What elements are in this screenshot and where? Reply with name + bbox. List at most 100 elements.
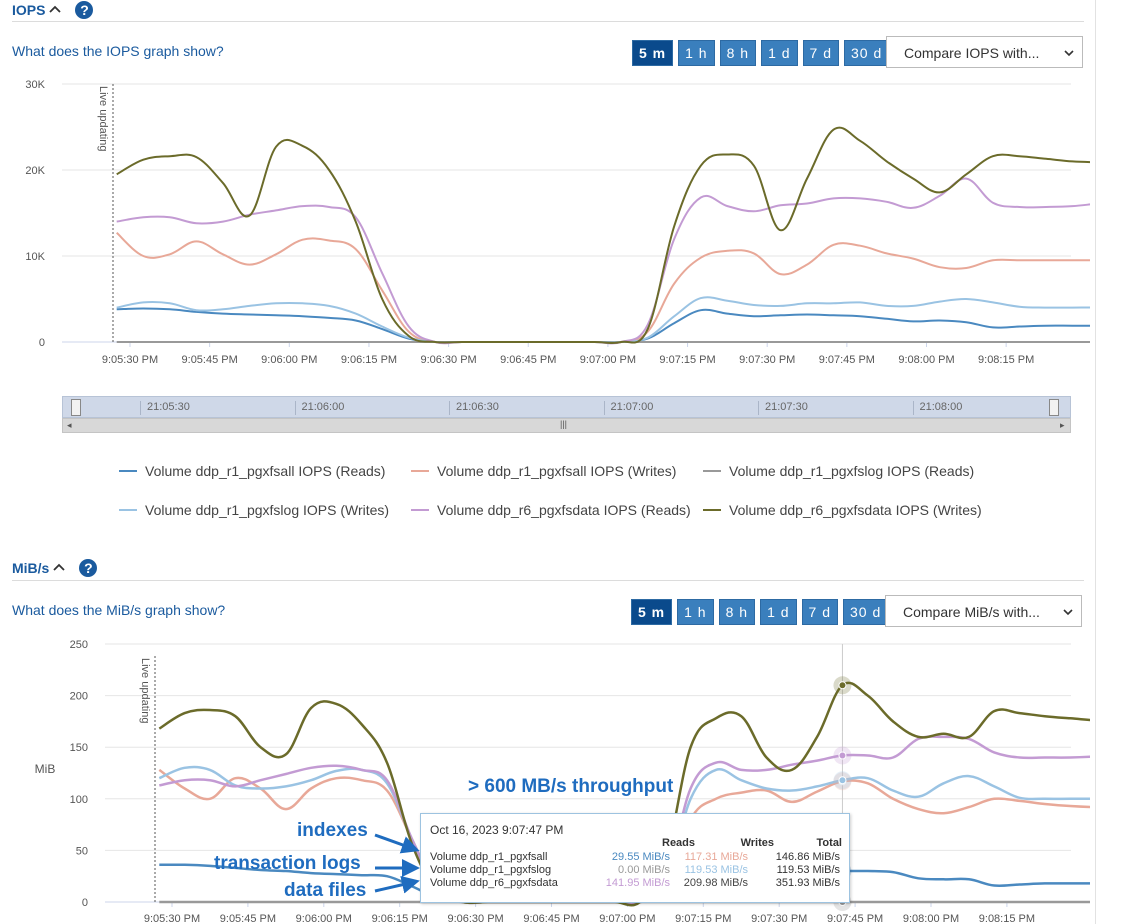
x-tick-label: 9:07:00 PM: [580, 354, 636, 366]
tooltip-reads: 0.00 MiB/s: [618, 864, 670, 876]
legend-label: Volume ddp_r6_pgxfsdata IOPS (Writes): [729, 502, 982, 518]
iops-what-link[interactable]: What does the IOPS graph show?: [12, 43, 224, 59]
range-30d-button[interactable]: 30 d: [844, 40, 890, 66]
divider: [12, 21, 1084, 22]
navigator-label: 21:06:00: [294, 401, 344, 415]
tooltip-writes: 209.98 MiB/s: [683, 877, 748, 889]
range-30d-button[interactable]: 30 d: [843, 599, 889, 625]
mibs-section-header[interactable]: MiB/s ?: [12, 559, 98, 577]
range-1h-button[interactable]: 1 h: [677, 599, 714, 625]
tooltip-date: Oct 16, 2023 9:07:47 PM: [430, 823, 564, 837]
iops-compare-label: Compare IOPS with...: [904, 45, 1040, 61]
tooltip-header-reads: Reads: [662, 837, 696, 849]
tooltip-total: 351.93 MiB/s: [775, 877, 840, 889]
legend-label: Volume ddp_r1_pgxfslog IOPS (Reads): [729, 463, 975, 479]
legend-item[interactable]: Volume ddp_r1_pgxfslog IOPS (Writes): [119, 502, 389, 518]
live-updating-label: Live updating: [139, 658, 151, 723]
x-tick-label: 9:05:45 PM: [220, 913, 276, 924]
tooltip-row: Volume ddp_r1_pgxfsall 29.55 MiB/s 117.3…: [430, 851, 840, 863]
range-1d-button[interactable]: 1 d: [760, 599, 797, 625]
tooltip-row: Volume ddp_r6_pgxfsdata 141.95 MiB/s 209…: [430, 877, 840, 889]
annotation-data-files: data files: [284, 880, 367, 901]
tooltip-volume: Volume ddp_r6_pgxfsdata: [430, 877, 558, 889]
y-axis-label: MiB: [35, 762, 56, 776]
hover-marker[interactable]: [838, 681, 847, 690]
navigator-left-handle[interactable]: [71, 399, 81, 416]
x-tick-label: 9:07:45 PM: [819, 354, 875, 366]
range-5m-button[interactable]: 5 m: [631, 599, 673, 625]
tooltip-total: 119.53 MiB/s: [776, 864, 840, 876]
range-8h-button[interactable]: 8 h: [719, 40, 757, 66]
y-tick-label: 250: [70, 639, 88, 651]
legend-label: Volume ddp_r6_pgxfsdata IOPS (Reads): [437, 502, 691, 518]
arrow-indexes: [374, 833, 420, 854]
legend-item[interactable]: Volume ddp_r6_pgxfsdata IOPS (Reads): [411, 502, 691, 518]
legend-swatch: [703, 470, 721, 472]
y-tick-label: 10K: [25, 251, 45, 263]
x-tick-label: 9:08:00 PM: [898, 354, 954, 366]
series-line[interactable]: [116, 232, 1090, 344]
tooltip-total: 146.86 MiB/s: [775, 851, 840, 863]
iops-chart: 30K 20K 10K 0 9:05:30 PM 9:05:45 PM 9:06:00 PM…: [25, 79, 1090, 366]
range-7d-button[interactable]: 7 d: [801, 599, 838, 625]
y-tick-label: 150: [70, 742, 88, 754]
x-tick-label: 9:08:00 PM: [903, 913, 959, 924]
tooltip-writes: 119.53 MiB/s: [684, 864, 748, 876]
navigator-label: 21:07:00: [603, 401, 653, 415]
range-7d-button[interactable]: 7 d: [802, 40, 839, 66]
tooltip-writes: 117.31 MiB/s: [684, 851, 748, 863]
range-8h-button[interactable]: 8 h: [718, 599, 756, 625]
legend-swatch: [411, 470, 429, 472]
x-tick-label: 9:08:15 PM: [979, 913, 1035, 924]
mibs-title: MiB/s: [12, 560, 50, 576]
annotation-arrows: [374, 833, 420, 894]
x-tick-label: 9:07:15 PM: [675, 913, 731, 924]
help-icon[interactable]: ?: [75, 1, 94, 19]
x-tick-label: 9:06:15 PM: [372, 913, 428, 924]
tooltip-header-writes: Writes: [740, 837, 774, 849]
x-tick-label: 9:06:45 PM: [523, 913, 579, 924]
hover-marker[interactable]: [838, 751, 847, 760]
annotation-throughput: > 600 MB/s throughput: [468, 776, 674, 797]
x-tick-label: 9:07:30 PM: [751, 913, 807, 924]
arrow-data-files: [374, 875, 420, 894]
mibs-range-buttons: 5 m 1 h 8 h 1 d 7 d 30 d: [631, 599, 889, 625]
chevron-up-icon[interactable]: [49, 3, 62, 17]
y-tick-label: 0: [39, 337, 45, 349]
tooltip-volume: Volume ddp_r1_pgxfslog: [430, 864, 552, 876]
x-tick-label: 9:06:30 PM: [420, 354, 476, 366]
legend-item[interactable]: Volume ddp_r1_pgxfsall IOPS (Writes): [411, 463, 676, 479]
series-line[interactable]: [116, 126, 1090, 345]
scroll-right-icon[interactable]: ▸: [1060, 420, 1065, 431]
range-5m-button[interactable]: 5 m: [632, 40, 674, 66]
chevron-up-icon[interactable]: [53, 561, 65, 575]
tooltip-volume: Volume ddp_r1_pgxfsall: [430, 851, 548, 863]
series-line[interactable]: [116, 307, 1090, 344]
navigator-right-handle[interactable]: [1049, 399, 1059, 416]
legend-label: Volume ddp_r1_pgxfslog IOPS (Writes): [145, 502, 390, 518]
navigator-scrollbar[interactable]: ◂ ||| ▸: [62, 418, 1071, 433]
range-1h-button[interactable]: 1 h: [678, 40, 715, 66]
navigator-label: 21:07:30: [758, 401, 808, 415]
iops-section-header[interactable]: IOPS ?: [12, 1, 94, 19]
mibs-what-link[interactable]: What does the MiB/s graph show?: [12, 602, 225, 618]
hover-marker[interactable]: [838, 776, 847, 785]
help-icon[interactable]: ?: [79, 559, 98, 577]
live-updating-label: Live updating: [97, 86, 109, 151]
x-tick-label: 9:05:45 PM: [182, 354, 238, 366]
tooltip-header-row: Reads Writes Total: [430, 837, 842, 849]
legend-item[interactable]: Volume ddp_r6_pgxfsdata IOPS (Writes): [703, 502, 982, 518]
legend-label: Volume ddp_r1_pgxfsall IOPS (Writes): [437, 463, 677, 479]
legend-item[interactable]: Volume ddp_r1_pgxfsall IOPS (Reads): [119, 463, 385, 479]
iops-compare-select[interactable]: Compare IOPS with...: [886, 36, 1083, 68]
iops-navigator[interactable]: 21:05:30 21:06:00 21:06:30 21:07:00 21:07:30…: [62, 396, 1071, 434]
legend-item[interactable]: Volume ddp_r1_pgxfslog IOPS (Reads): [703, 463, 974, 479]
scroll-grip-icon[interactable]: |||: [560, 419, 567, 429]
scroll-left-icon[interactable]: ◂: [67, 420, 72, 431]
navigator-label: 21:06:30: [449, 401, 499, 415]
tooltip-row: Volume ddp_r1_pgxfslog 0.00 MiB/s 119.53…: [430, 864, 840, 876]
legend-swatch: [119, 509, 137, 511]
x-tick-label: 9:08:15 PM: [978, 354, 1034, 366]
range-1d-button[interactable]: 1 d: [761, 40, 798, 66]
mibs-compare-select[interactable]: Compare MiB/s with...: [885, 595, 1082, 627]
